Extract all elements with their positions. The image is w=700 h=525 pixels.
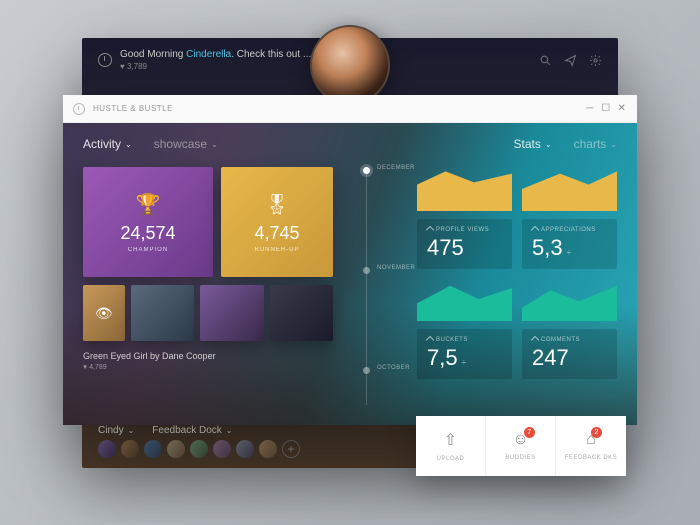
ribbon-icon: 🎖 [264,192,289,217]
buddies-button[interactable]: ☺7 BUDDIES [486,416,556,476]
runnerup-label: RUNNER-UP [255,247,300,253]
avatar[interactable] [259,440,277,458]
tab-stats[interactable]: Stats⌄ [514,137,552,151]
runnerup-tile[interactable]: 🎖 4,745 RUNNER-UP [221,167,333,277]
window-title: HUSTLE & BUSTLE [93,104,173,113]
action-bar: ⇧ UPLOAD ☺7 BUDDIES ⌂2 FEEDBACK DKS [416,416,626,476]
avatar[interactable] [236,440,254,458]
badge: 2 [591,427,602,438]
user-dropdown[interactable]: Cindy⌄ [98,425,134,436]
sparkline-gold [417,167,512,211]
stat-profile-views[interactable]: PROFILE VIEWS 475 [417,219,512,269]
avatar[interactable] [98,440,116,458]
gear-icon[interactable] [589,54,602,67]
artwork-thumb[interactable] [270,285,333,341]
profile-avatar[interactable] [310,25,390,105]
minimize-button[interactable]: ─ [585,104,595,114]
likes-count: ♥ 3,789 [120,62,311,71]
tab-showcase[interactable]: showcase⌄ [154,137,218,151]
champion-label: CHAMPION [128,247,168,253]
eye-icon: 👁 [95,305,113,322]
artwork-thumb[interactable] [200,285,263,341]
close-button[interactable]: ✕ [617,104,627,114]
stat-appreciations[interactable]: APPRECIATIONS 5,3÷ [522,219,617,269]
sparkline-teal [522,277,617,321]
arrow-up-icon [531,336,539,344]
feedback-button[interactable]: ⌂2 FEEDBACK DKS [556,416,626,476]
timeline: DECEMBER NOVEMBER OCTOBER [363,167,365,405]
clock-icon [98,53,112,67]
timeline-dot-nov[interactable] [363,267,370,274]
tab-activity[interactable]: Activity⌄ [83,137,132,151]
stat-buckets[interactable]: BUCKETS 7,5÷ [417,329,512,379]
buddy-avatars: + [98,440,300,458]
sparkline-gold [522,167,617,211]
champion-value: 24,574 [120,223,175,244]
tab-charts[interactable]: charts⌄ [574,137,617,151]
artwork-thumb[interactable] [131,285,194,341]
sparkline-teal [417,277,512,321]
history-icon[interactable] [73,103,85,115]
champion-tile[interactable]: 🏆 24,574 CHAMPION [83,167,213,277]
upload-button[interactable]: ⇧ UPLOAD [416,416,486,476]
arrow-up-icon [531,226,539,234]
cloud-upload-icon: ⇧ [444,430,457,450]
view-thumb[interactable]: 👁 [83,285,125,341]
devices-icon: ⌂2 [586,431,596,449]
add-buddy-button[interactable]: + [282,440,300,458]
arrow-up-icon [426,336,434,344]
avatar[interactable] [121,440,139,458]
user-icon: ☺7 [512,431,528,449]
greeting-text: Good Morning Cinderella. Check this out … [120,49,311,60]
maximize-button[interactable]: ☐ [601,104,611,114]
avatar[interactable] [190,440,208,458]
timeline-label: NOVEMBER [377,265,415,271]
timeline-dot-dec[interactable] [363,167,370,174]
avatar[interactable] [144,440,162,458]
search-icon[interactable] [539,54,552,67]
timeline-dot-oct[interactable] [363,367,370,374]
timeline-label: OCTOBER [377,365,410,371]
trophy-icon: 🏆 [136,192,161,217]
arrow-up-icon [426,226,434,234]
avatar[interactable] [167,440,185,458]
user-link[interactable]: Cinderella [186,49,231,60]
timeline-label: DECEMBER [377,165,415,171]
stat-comments[interactable]: COMMENTS 247 [522,329,617,379]
send-icon[interactable] [564,54,577,67]
badge: 7 [524,427,535,438]
feedback-dock-dropdown[interactable]: Feedback Dock⌄ [152,425,232,436]
artwork-title: Green Eyed Girl by Dane Cooper [83,351,333,361]
avatar[interactable] [213,440,231,458]
runnerup-value: 4,745 [254,223,299,244]
main-window: HUSTLE & BUSTLE ─ ☐ ✕ Activity⌄ showcase… [63,95,637,425]
title-bar: HUSTLE & BUSTLE ─ ☐ ✕ [63,95,637,123]
artwork-likes: ♥ 4,789 [83,364,333,371]
